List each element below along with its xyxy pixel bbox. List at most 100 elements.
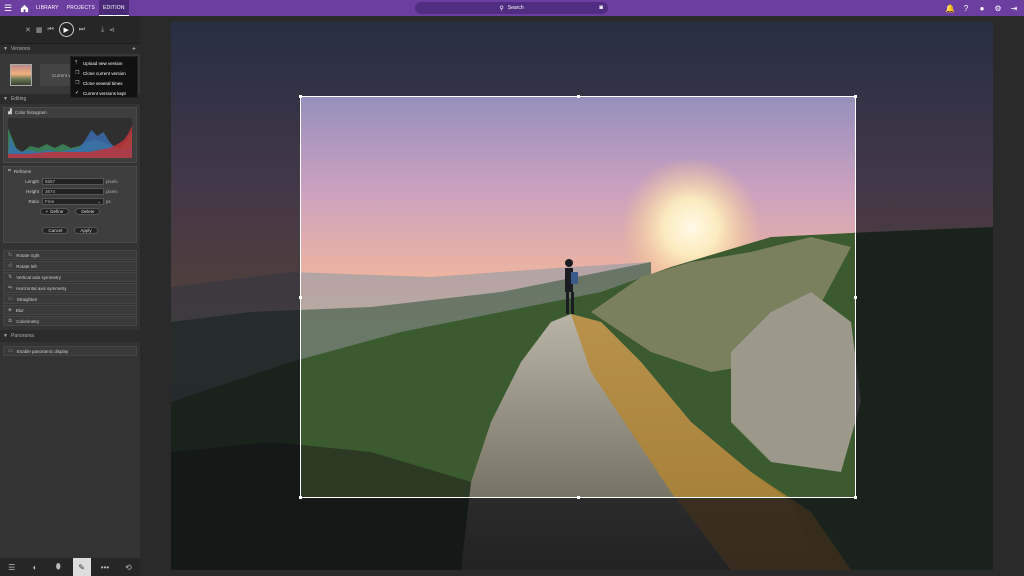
crop-handle-bottom-left[interactable]: [299, 496, 302, 499]
crop-mask-bottom: [171, 498, 993, 570]
crop-handle-bottom[interactable]: [577, 496, 580, 499]
left-sidebar: ✕ ▦ ⏮ ▶ ⏭ ⤓ ⋖ ▼ Versions + Current v ▼ E…: [0, 16, 140, 576]
info-list-icon[interactable]: ☰: [3, 558, 21, 576]
crop-handle-bottom-right[interactable]: [854, 496, 857, 499]
color-histogram-panel: ▟ Color histogram: [3, 107, 137, 163]
tool-rotate-right[interactable]: ↻ Rotate right: [3, 250, 137, 260]
crop-handle-right[interactable]: [854, 296, 857, 299]
menu-clone-current-version[interactable]: ❐ Clone current version: [71, 68, 137, 78]
search-icon: ⚲: [499, 5, 504, 12]
check-icon: ✓: [75, 90, 80, 96]
crop-handle-left[interactable]: [299, 296, 302, 299]
menu-current-versions-kept[interactable]: ✓ Current versions kept: [71, 88, 137, 98]
define-button[interactable]: + Define: [39, 208, 70, 215]
crop-frame[interactable]: [299, 95, 857, 499]
enable-panoramic-option[interactable]: ▭ Enable panoramic display: [3, 346, 137, 356]
version-thumbnail[interactable]: [10, 64, 32, 86]
copy-icon: ❐: [75, 70, 80, 76]
home-icon[interactable]: [16, 0, 32, 16]
location-icon[interactable]: ⬮: [49, 558, 67, 576]
tool-horizontal-symmetry[interactable]: ⇆ Horizontal axis symmetry: [3, 283, 137, 293]
reframe-panel: ⌗ Reframe Length 5657 pixels Height 3674…: [3, 166, 137, 243]
menu-upload-new-version[interactable]: ⤒ Upload new version: [71, 58, 137, 68]
straighten-icon: ▭: [8, 296, 13, 302]
comments-icon[interactable]: •••: [96, 558, 114, 576]
cancel-apply-row: Cancel Apply: [4, 227, 136, 234]
reframe-body: Length 5657 pixels Height 3674 pixels Ra…: [4, 175, 136, 242]
edit-icon[interactable]: ✎: [72, 558, 91, 576]
rotate-right-icon: ↻: [8, 252, 13, 258]
panorama-icon: ▭: [8, 348, 13, 354]
nav-library[interactable]: LIBRARY: [32, 0, 63, 16]
tool-blur[interactable]: ◈ Blur: [3, 305, 137, 315]
cancel-button[interactable]: Cancel: [42, 227, 69, 234]
grid-icon[interactable]: ▦: [36, 26, 43, 34]
collapse-arrow-icon: ▼: [3, 333, 8, 339]
collapse-arrow-icon: ▼: [3, 96, 8, 102]
tool-vertical-symmetry[interactable]: ⇅ Vertical axis symmetry: [3, 272, 137, 282]
define-delete-row: + Define Delete: [4, 208, 136, 215]
search-input[interactable]: Search: [508, 5, 524, 11]
crop-mask-top: [171, 22, 993, 96]
play-button[interactable]: ▶: [58, 22, 74, 37]
version-dropdown-menu: ⤒ Upload new version ❐ Clone current versi…: [70, 56, 138, 98]
sidebar-bottom-bar: ☰ ◐ ⬮ ✎ ••• ⟲: [0, 558, 140, 576]
horizontal-flip-icon: ⇆: [8, 285, 13, 291]
notifications-icon[interactable]: 🔔: [942, 0, 958, 16]
delete-button[interactable]: Delete: [75, 208, 101, 215]
settings-icon[interactable]: ⚙: [990, 0, 1006, 16]
editing-panel: ▟ Color histogram ⌗ Reframe Length 5657: [0, 104, 140, 249]
search-bar[interactable]: ⚲ Search ◙: [415, 2, 608, 14]
hamburger-menu-icon[interactable]: ☰: [0, 0, 16, 16]
share-icon[interactable]: ⋖: [109, 26, 115, 34]
add-icon: +: [45, 209, 49, 214]
crop-handle-top[interactable]: [577, 95, 580, 98]
color-histogram: [8, 118, 132, 158]
apply-button[interactable]: Apply: [74, 227, 98, 234]
player-toolbar: ✕ ▦ ⏮ ▶ ⏭ ⤓ ⋖: [0, 16, 140, 44]
user-icon[interactable]: ●: [974, 0, 990, 16]
history-icon[interactable]: ⟲: [119, 558, 137, 576]
ratio-row: Ratio Free ⌄ px: [28, 198, 111, 205]
nav-edition[interactable]: EDITION: [99, 0, 129, 16]
versions-header[interactable]: ▼ Versions +: [0, 44, 140, 54]
copy-icon: ❐: [75, 80, 80, 86]
chevron-down-icon: ⌄: [97, 198, 101, 204]
collapse-arrow-icon: ▼: [3, 46, 8, 52]
rotate-left-icon: ↺: [8, 263, 13, 269]
panorama-header[interactable]: ▼ Panorama: [0, 330, 140, 342]
height-row: Height 3674 pixels: [25, 188, 118, 195]
close-icon[interactable]: ✕: [25, 26, 31, 34]
color-histogram-header[interactable]: ▟ Color histogram: [4, 108, 136, 116]
palette-icon[interactable]: ◐: [26, 558, 44, 576]
blur-icon: ◈: [8, 307, 12, 313]
crop-icon: ⌗: [8, 168, 11, 174]
previous-icon[interactable]: ⏮: [47, 26, 53, 34]
reframe-header[interactable]: ⌗ Reframe: [4, 167, 136, 175]
crop-handle-top-right[interactable]: [854, 95, 857, 98]
next-icon[interactable]: ⏭: [79, 26, 85, 34]
crop-mask-left: [171, 96, 300, 498]
logout-icon[interactable]: ⇥: [1006, 0, 1022, 16]
top-bar: ☰ LIBRARY PROJECTS EDITION ⚲ Search ◙ 🔔 …: [0, 0, 1024, 16]
colorimetry-icon: ✿: [8, 318, 13, 324]
nav-projects[interactable]: PROJECTS: [63, 0, 99, 16]
menu-clone-several-times[interactable]: ❐ Clone several times: [71, 78, 137, 88]
tool-colorimetry[interactable]: ✿ Colorimetry: [3, 316, 137, 326]
help-icon[interactable]: ?: [958, 0, 974, 16]
tool-rotate-left[interactable]: ↺ Rotate left: [3, 261, 137, 271]
vertical-flip-icon: ⇅: [8, 274, 13, 280]
topbar-right-icons: 🔔 ? ● ⚙ ⇥: [942, 0, 1022, 16]
crop-mask-right: [856, 96, 993, 498]
histogram-icon: ▟: [8, 109, 12, 115]
length-input[interactable]: 5657: [42, 178, 104, 185]
camera-icon[interactable]: ◙: [599, 5, 603, 11]
crop-handle-top-left[interactable]: [299, 95, 302, 98]
length-row: Length 5657 pixels: [25, 178, 118, 185]
add-version-icon[interactable]: +: [132, 46, 136, 53]
tool-straighten[interactable]: ▭ Straighten: [3, 294, 137, 304]
upload-icon: ⤒: [75, 60, 78, 66]
ratio-select[interactable]: Free ⌄: [42, 198, 104, 205]
download-icon[interactable]: ⤓: [101, 26, 104, 34]
height-input[interactable]: 3674: [42, 188, 104, 195]
